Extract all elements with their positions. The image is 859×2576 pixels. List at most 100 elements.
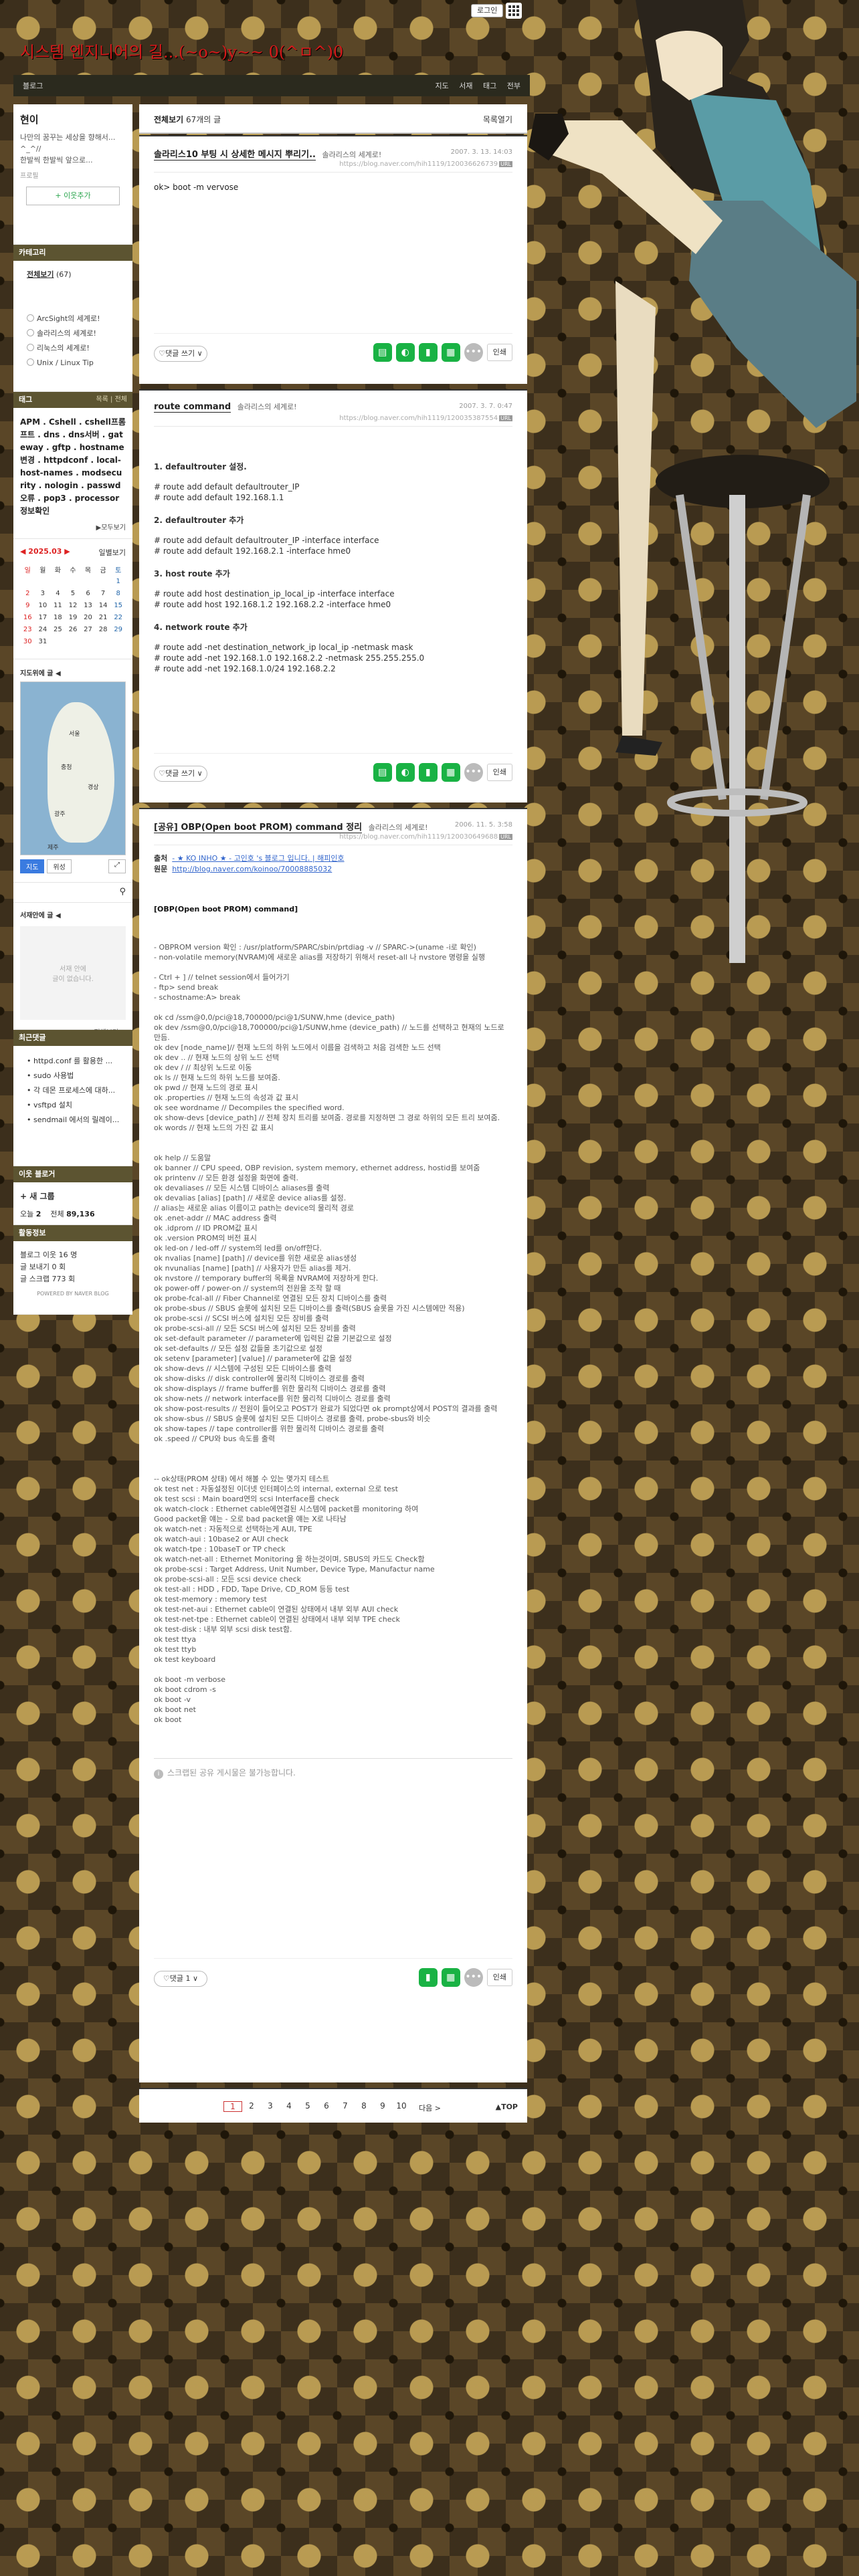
calendar-day[interactable]: 7 xyxy=(96,587,111,599)
share-cafe-icon[interactable]: ▦ xyxy=(441,763,460,782)
nav-home-link[interactable]: 블로그 xyxy=(23,80,43,91)
calendar-day[interactable]: 1 xyxy=(110,575,126,587)
next-page-link[interactable]: 다음 > xyxy=(419,2103,441,2113)
page-number[interactable]: 4 xyxy=(280,2101,298,2112)
comment-button[interactable]: ♡댓글 쓰기 ∨ xyxy=(154,766,207,782)
post-category[interactable]: 솔라리스의 세계로! xyxy=(322,150,381,159)
calendar-day[interactable]: 11 xyxy=(50,599,66,611)
login-button[interactable]: 로그인 xyxy=(471,4,504,17)
category-item[interactable]: 리눅스의 세계로! xyxy=(20,341,126,356)
calendar-day[interactable]: 20 xyxy=(80,611,96,623)
calendar-day[interactable]: 10 xyxy=(35,599,51,611)
comment-button[interactable]: ♡댓글 쓰기 ∨ xyxy=(154,346,207,362)
recent-comment-item[interactable]: sendmail 에서의 릴레이... xyxy=(20,1113,126,1128)
calendar-day[interactable]: 16 xyxy=(20,611,35,623)
calendar-day[interactable]: 29 xyxy=(110,623,126,635)
post-title[interactable]: route command xyxy=(154,402,231,413)
open-list-button[interactable]: 목록열기 xyxy=(483,114,512,125)
calendar-daily-view[interactable]: 일별보기 xyxy=(99,547,126,558)
post-category[interactable]: 솔라리스의 세계로! xyxy=(237,403,297,411)
calendar-day[interactable]: 4 xyxy=(50,587,66,599)
back-to-top-link[interactable]: ▲TOP xyxy=(496,2103,518,2111)
page-number[interactable]: 5 xyxy=(298,2101,317,2112)
original-link[interactable]: http://blog.naver.com/koinoo/70008885032 xyxy=(172,865,332,873)
copy-url-icon[interactable]: URL xyxy=(499,834,512,840)
tag-view-toggle[interactable]: 목록 | 전체 xyxy=(96,392,127,408)
profile-link[interactable]: 프로필 xyxy=(20,170,126,180)
neighbor-group[interactable]: + 새 그룹 xyxy=(20,1190,126,1202)
nav-link-map[interactable]: 지도 xyxy=(436,82,449,90)
calendar-day[interactable]: 13 xyxy=(80,599,96,611)
calendar-day[interactable]: 30 xyxy=(20,635,35,647)
calendar-day[interactable]: 17 xyxy=(35,611,51,623)
tag-cloud[interactable]: APM . Cshell . cshell프롬프트 . dns . dns서버 … xyxy=(20,416,126,518)
copy-url-icon[interactable]: URL xyxy=(499,415,512,421)
share-cafe-icon[interactable]: ▦ xyxy=(441,1968,460,1987)
satellite-view-button[interactable]: 위성 xyxy=(47,859,72,873)
korea-map[interactable]: 서울 충청 경상 광주 제주 xyxy=(20,681,126,855)
add-neighbor-button[interactable]: + 이웃추가 xyxy=(26,187,120,205)
post-category[interactable]: 솔라리스의 세계로! xyxy=(369,823,428,832)
nav-link-tag[interactable]: 태그 xyxy=(483,82,496,90)
calendar-day[interactable]: 19 xyxy=(66,611,81,623)
share-blog-icon[interactable]: ▮ xyxy=(418,1968,438,1987)
share-blog-icon[interactable]: ▮ xyxy=(418,763,438,782)
calendar-day[interactable]: 14 xyxy=(96,599,111,611)
comment-button[interactable]: ♡댓글 1 ∨ xyxy=(154,1971,207,1987)
post-url[interactable]: https://blog.naver.com/hih1119/120036626… xyxy=(339,160,512,168)
calendar-day[interactable]: 5 xyxy=(66,587,81,599)
page-number[interactable]: 3 xyxy=(261,2101,280,2112)
post-url[interactable]: https://blog.naver.com/hih1119/120035387… xyxy=(339,415,512,422)
map-view-button[interactable]: 지도 xyxy=(20,859,45,873)
recent-comment-item[interactable]: vsftpd 설치 xyxy=(20,1098,126,1113)
share-talk-icon[interactable]: ▤ xyxy=(373,343,392,362)
nav-link-all[interactable]: 전부 xyxy=(507,82,520,90)
calendar-day[interactable]: 26 xyxy=(66,623,81,635)
search-icon[interactable]: ⚲ xyxy=(119,887,126,897)
category-item[interactable]: ArcSight의 세계로! xyxy=(20,312,126,326)
expand-icon[interactable]: ⤢ xyxy=(108,859,126,873)
page-number[interactable]: 8 xyxy=(355,2101,373,2112)
blog-title[interactable]: 시스템 엔지니어의 길...(~o~)y~~ 0(^ㅁ^)0 xyxy=(20,39,343,62)
source-link[interactable]: - ★ KO INHO ★ - 고인호 's 블로그 입니다. | 해피인호 xyxy=(172,854,344,863)
calendar-day[interactable]: 3 xyxy=(35,587,51,599)
page-number[interactable]: 2 xyxy=(242,2101,261,2112)
post-title[interactable]: [공유] OBP(Open boot PROM) command 정리 xyxy=(154,820,363,833)
recent-comment-item[interactable]: 각 데몬 프로세스에 대하... xyxy=(20,1083,126,1098)
print-button[interactable]: 인쇄 xyxy=(486,344,512,361)
calendar-day[interactable]: 2 xyxy=(20,587,35,599)
calendar-month[interactable]: ◀ 2025.03 ▶ xyxy=(20,547,70,558)
recent-comment-item[interactable]: httpd.conf 를 활용한 ... xyxy=(20,1054,126,1069)
recent-comment-item[interactable]: sudo 사용법 xyxy=(20,1069,126,1083)
share-cafe-icon[interactable]: ▦ xyxy=(441,343,460,362)
print-button[interactable]: 인쇄 xyxy=(486,764,512,781)
calendar-day[interactable]: 24 xyxy=(35,623,51,635)
calendar-day[interactable]: 8 xyxy=(110,587,126,599)
page-number[interactable]: 10 xyxy=(392,2101,411,2112)
share-blog-icon[interactable]: ▮ xyxy=(418,343,438,362)
share-band-icon[interactable]: ◐ xyxy=(395,763,415,782)
print-button[interactable]: 인쇄 xyxy=(486,1969,512,1986)
calendar-day[interactable]: 12 xyxy=(66,599,81,611)
copy-url-icon[interactable]: URL xyxy=(499,161,512,167)
more-icon[interactable]: ••• xyxy=(464,343,483,362)
share-talk-icon[interactable]: ▤ xyxy=(373,763,392,782)
page-number[interactable]: 6 xyxy=(317,2101,336,2112)
page-number[interactable]: 1 xyxy=(223,2101,242,2112)
calendar-day[interactable]: 18 xyxy=(50,611,66,623)
calendar-day[interactable]: 21 xyxy=(96,611,111,623)
calendar-day[interactable]: 6 xyxy=(80,587,96,599)
more-icon[interactable]: ••• xyxy=(464,763,483,782)
calendar-day[interactable]: 31 xyxy=(35,635,51,647)
category-item[interactable]: Unix / Linux Tip xyxy=(20,356,126,370)
more-icon[interactable]: ••• xyxy=(464,1968,483,1987)
calendar-day[interactable]: 25 xyxy=(50,623,66,635)
apps-grid-icon[interactable] xyxy=(506,3,522,19)
tag-more-link[interactable]: ▶모두보기 xyxy=(20,522,126,532)
calendar-day[interactable]: 23 xyxy=(20,623,35,635)
calendar-day[interactable]: 9 xyxy=(20,599,35,611)
post-title[interactable]: 솔라리스10 부팅 시 상세한 메시지 뿌리기.. xyxy=(154,147,316,160)
page-number[interactable]: 7 xyxy=(336,2101,355,2112)
category-item[interactable]: 솔라리스의 세계로! xyxy=(20,326,126,341)
calendar-day[interactable]: 28 xyxy=(96,623,111,635)
